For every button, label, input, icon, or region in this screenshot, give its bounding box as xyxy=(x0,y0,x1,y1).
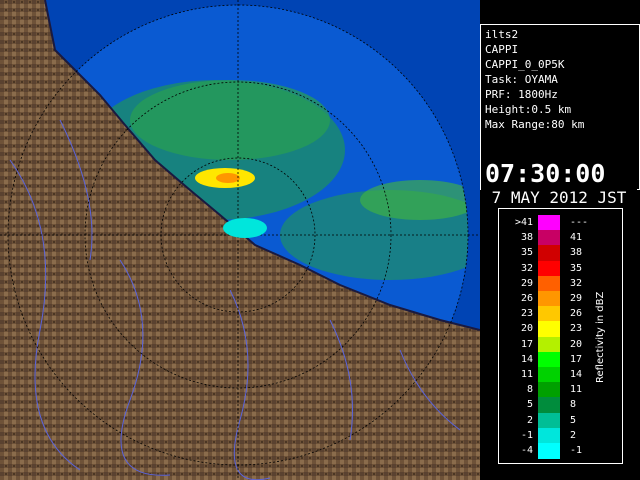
site-name: ilts2 xyxy=(485,28,519,41)
legend-lower-bound: 2 xyxy=(526,414,533,426)
legend-lower-bound: 8 xyxy=(526,384,533,396)
task-name: Task: OYAMA xyxy=(485,73,558,86)
legend-lower-bound: -1 xyxy=(520,429,533,441)
legend-color-swatch xyxy=(538,382,560,399)
echo-band xyxy=(130,80,330,160)
legend-lower-bound: 5 xyxy=(526,399,533,411)
legend-color-swatch xyxy=(538,275,560,292)
legend-lower-bound: 35 xyxy=(520,247,533,259)
legend-lower-bound: 11 xyxy=(520,369,533,380)
legend-color-swatch xyxy=(538,230,560,247)
legend-title: Reflectivity in dBZ xyxy=(595,291,606,383)
legend-color-swatch xyxy=(538,443,560,459)
info-panel: ilts2 CAPPI CAPPI_0_0P5K Task: OYAMA PRF… xyxy=(480,24,640,207)
legend-color-swatch xyxy=(538,351,560,368)
legend-color-swatch xyxy=(538,412,560,429)
product-type: CAPPI xyxy=(485,43,519,56)
legend-lower-bound: 17 xyxy=(520,338,533,350)
legend-lower-bound: -4 xyxy=(520,445,533,456)
legend-color-swatch xyxy=(538,321,560,338)
legend-lower-bound: 20 xyxy=(520,323,533,335)
legend-color-swatch xyxy=(538,245,560,262)
legend-color-swatch xyxy=(538,397,560,414)
observation-date: 7 MAY 2012 JST xyxy=(481,189,637,207)
max-range: Max Range:80 km xyxy=(485,118,585,131)
legend-color-swatch xyxy=(538,427,560,444)
echo-band xyxy=(360,180,468,220)
legend-lower-bound: 23 xyxy=(520,308,533,320)
legend-lower-bound: >41 xyxy=(514,217,533,228)
legend-color-swatch xyxy=(538,215,560,231)
legend-color-swatch xyxy=(538,336,560,353)
reflectivity-legend: >41 --- 38 41 35 38 32 35 29 32 26 29 23 26 20 23 17 20 14… xyxy=(498,208,623,464)
legend-lower-bound: 29 xyxy=(520,277,533,289)
legend-color-swatch xyxy=(538,260,560,277)
height: Height:0.5 km xyxy=(485,103,572,116)
radar-site xyxy=(223,218,267,238)
echo-cell xyxy=(216,173,240,183)
legend-lower-bound: 26 xyxy=(520,293,533,304)
legend-color-swatch xyxy=(538,291,560,307)
product-name: CAPPI_0_0P5K xyxy=(485,58,565,71)
radar-map xyxy=(0,0,480,480)
prf: PRF: 1800Hz xyxy=(485,88,558,101)
legend-color-swatch xyxy=(538,306,560,323)
legend-lower-bound: 32 xyxy=(520,262,533,274)
legend-lower-bound: 14 xyxy=(520,353,533,365)
legend-color-swatch xyxy=(538,367,560,383)
observation-time: 07:30:00 xyxy=(485,159,606,188)
legend-lower-bound: 38 xyxy=(520,232,533,244)
